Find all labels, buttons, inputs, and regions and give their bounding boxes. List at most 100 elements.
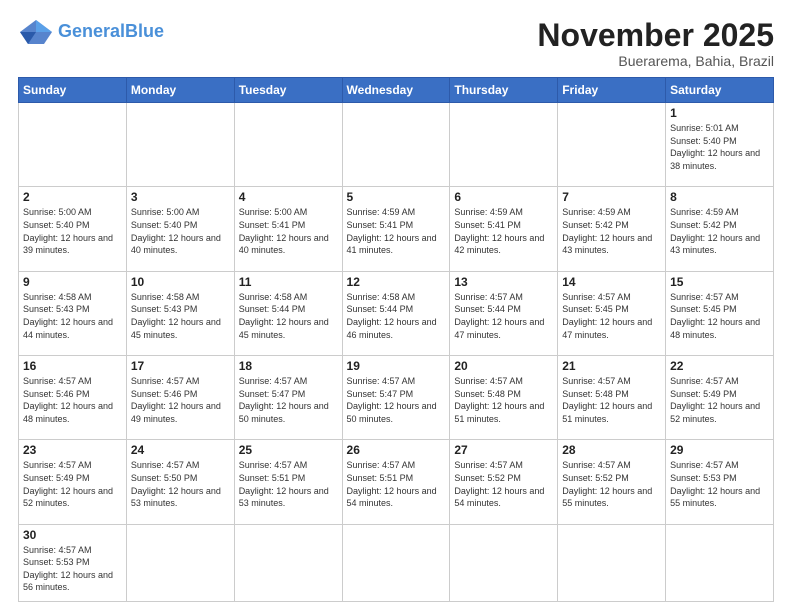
day-info: Sunrise: 4:57 AM Sunset: 5:52 PM Dayligh… (562, 459, 661, 509)
calendar-cell: 5Sunrise: 4:59 AM Sunset: 5:41 PM Daylig… (342, 187, 450, 271)
calendar-cell (126, 103, 234, 187)
day-info: Sunrise: 4:57 AM Sunset: 5:46 PM Dayligh… (23, 375, 122, 425)
calendar-cell (558, 524, 666, 601)
day-number: 4 (239, 190, 338, 204)
calendar-cell: 6 Sunrise: 4:59 AM Sunset: 5:41 PM Daylig… (450, 187, 558, 271)
calendar-cell: 27 Sunrise: 4:57 AM Sunset: 5:52 PM Dayli… (450, 440, 558, 524)
day-number: 2 (23, 190, 122, 204)
calendar-cell: 15 Sunrise: 4:57 AM Sunset: 5:45 PM Dayli… (666, 271, 774, 355)
calendar-cell: 18 Sunrise: 4:57 AM Sunset: 5:47 PM Dayli… (234, 356, 342, 440)
calendar-cell (450, 103, 558, 187)
day-number: 18 (239, 359, 338, 373)
title-block: November 2025 Buerarema, Bahia, Brazil (537, 18, 774, 69)
header-row: Sunday Monday Tuesday Wednesday Thursday… (19, 78, 774, 103)
calendar-cell: 29 Sunrise: 4:57 AM Sunset: 5:53 PM Dayli… (666, 440, 774, 524)
calendar-cell: 20 Sunrise: 4:57 AM Sunset: 5:48 PM Dayli… (450, 356, 558, 440)
calendar-cell: 8Sunrise: 4:59 AM Sunset: 5:42 PM Daylig… (666, 187, 774, 271)
calendar-cell: 3Sunrise: 5:00 AM Sunset: 5:40 PM Daylig… (126, 187, 234, 271)
calendar-cell: 25 Sunrise: 4:57 AM Sunset: 5:51 PM Dayli… (234, 440, 342, 524)
calendar-cell (342, 103, 450, 187)
day-info: Sunrise: 4:58 AM Sunset: 5:43 PM Dayligh… (131, 291, 230, 341)
subtitle: Buerarema, Bahia, Brazil (537, 53, 774, 69)
day-info: Sunrise: 4:57 AM Sunset: 5:51 PM Dayligh… (239, 459, 338, 509)
calendar-cell: 4Sunrise: 5:00 AM Sunset: 5:41 PM Daylig… (234, 187, 342, 271)
calendar-cell: 9Sunrise: 4:58 AM Sunset: 5:43 PM Daylig… (19, 271, 127, 355)
day-number: 6 (454, 190, 553, 204)
day-info: Sunrise: 4:57 AM Sunset: 5:53 PM Dayligh… (23, 544, 122, 594)
day-number: 8 (670, 190, 769, 204)
header: GeneralBlue November 2025 Buerarema, Bah… (18, 18, 774, 69)
day-number: 29 (670, 443, 769, 457)
day-number: 22 (670, 359, 769, 373)
day-info: Sunrise: 4:59 AM Sunset: 5:41 PM Dayligh… (454, 206, 553, 256)
calendar-cell: 14Sunrise: 4:57 AM Sunset: 5:45 PM Dayli… (558, 271, 666, 355)
day-number: 5 (347, 190, 446, 204)
day-number: 16 (23, 359, 122, 373)
col-monday: Monday (126, 78, 234, 103)
day-info: Sunrise: 4:57 AM Sunset: 5:50 PM Dayligh… (131, 459, 230, 509)
calendar-cell (342, 524, 450, 601)
logo-blue: Blue (125, 21, 164, 41)
calendar-cell: 24Sunrise: 4:57 AM Sunset: 5:50 PM Dayli… (126, 440, 234, 524)
day-info: Sunrise: 4:57 AM Sunset: 5:49 PM Dayligh… (670, 375, 769, 425)
col-thursday: Thursday (450, 78, 558, 103)
calendar-cell (234, 103, 342, 187)
calendar-cell: 10 Sunrise: 4:58 AM Sunset: 5:43 PM Dayli… (126, 271, 234, 355)
calendar-week-2: 9Sunrise: 4:58 AM Sunset: 5:43 PM Daylig… (19, 271, 774, 355)
day-info: Sunrise: 5:00 AM Sunset: 5:40 PM Dayligh… (23, 206, 122, 256)
col-sunday: Sunday (19, 78, 127, 103)
day-number: 23 (23, 443, 122, 457)
day-info: Sunrise: 4:57 AM Sunset: 5:45 PM Dayligh… (562, 291, 661, 341)
day-info: Sunrise: 4:57 AM Sunset: 5:48 PM Dayligh… (454, 375, 553, 425)
day-info: Sunrise: 4:57 AM Sunset: 5:47 PM Dayligh… (347, 375, 446, 425)
day-number: 1 (670, 106, 769, 120)
day-info: Sunrise: 4:57 AM Sunset: 5:45 PM Dayligh… (670, 291, 769, 341)
col-saturday: Saturday (666, 78, 774, 103)
col-tuesday: Tuesday (234, 78, 342, 103)
day-info: Sunrise: 4:57 AM Sunset: 5:47 PM Dayligh… (239, 375, 338, 425)
calendar-cell: 17Sunrise: 4:57 AM Sunset: 5:46 PM Dayli… (126, 356, 234, 440)
calendar-week-4: 23 Sunrise: 4:57 AM Sunset: 5:49 PM Dayli… (19, 440, 774, 524)
day-info: Sunrise: 4:57 AM Sunset: 5:51 PM Dayligh… (347, 459, 446, 509)
day-info: Sunrise: 4:57 AM Sunset: 5:52 PM Dayligh… (454, 459, 553, 509)
day-info: Sunrise: 4:57 AM Sunset: 5:53 PM Dayligh… (670, 459, 769, 509)
calendar-cell (126, 524, 234, 601)
day-number: 28 (562, 443, 661, 457)
calendar-cell: 30 Sunrise: 4:57 AM Sunset: 5:53 PM Dayli… (19, 524, 127, 601)
day-number: 3 (131, 190, 230, 204)
calendar-cell (234, 524, 342, 601)
calendar-week-0: 1 Sunrise: 5:01 AM Sunset: 5:40 PM Daylig… (19, 103, 774, 187)
day-number: 10 (131, 275, 230, 289)
day-number: 20 (454, 359, 553, 373)
calendar-cell: 12Sunrise: 4:58 AM Sunset: 5:44 PM Dayli… (342, 271, 450, 355)
main-title: November 2025 (537, 18, 774, 53)
day-number: 15 (670, 275, 769, 289)
day-number: 30 (23, 528, 122, 542)
day-number: 27 (454, 443, 553, 457)
day-number: 25 (239, 443, 338, 457)
col-friday: Friday (558, 78, 666, 103)
day-info: Sunrise: 4:57 AM Sunset: 5:49 PM Dayligh… (23, 459, 122, 509)
calendar-cell: 28 Sunrise: 4:57 AM Sunset: 5:52 PM Dayli… (558, 440, 666, 524)
calendar-cell (450, 524, 558, 601)
day-info: Sunrise: 4:58 AM Sunset: 5:43 PM Dayligh… (23, 291, 122, 341)
day-info: Sunrise: 5:01 AM Sunset: 5:40 PM Dayligh… (670, 122, 769, 172)
logo: GeneralBlue (18, 18, 164, 46)
calendar-cell: 11Sunrise: 4:58 AM Sunset: 5:44 PM Dayli… (234, 271, 342, 355)
day-info: Sunrise: 4:57 AM Sunset: 5:48 PM Dayligh… (562, 375, 661, 425)
calendar-cell (666, 524, 774, 601)
calendar-cell: 2 Sunrise: 5:00 AM Sunset: 5:40 PM Daylig… (19, 187, 127, 271)
calendar-week-1: 2 Sunrise: 5:00 AM Sunset: 5:40 PM Daylig… (19, 187, 774, 271)
day-number: 21 (562, 359, 661, 373)
calendar-cell: 23 Sunrise: 4:57 AM Sunset: 5:49 PM Dayli… (19, 440, 127, 524)
calendar-cell: 26Sunrise: 4:57 AM Sunset: 5:51 PM Dayli… (342, 440, 450, 524)
day-info: Sunrise: 4:58 AM Sunset: 5:44 PM Dayligh… (239, 291, 338, 341)
logo-general: General (58, 21, 125, 41)
day-info: Sunrise: 4:59 AM Sunset: 5:42 PM Dayligh… (562, 206, 661, 256)
day-info: Sunrise: 4:58 AM Sunset: 5:44 PM Dayligh… (347, 291, 446, 341)
col-wednesday: Wednesday (342, 78, 450, 103)
calendar-cell: 13Sunrise: 4:57 AM Sunset: 5:44 PM Dayli… (450, 271, 558, 355)
calendar-cell: 1 Sunrise: 5:01 AM Sunset: 5:40 PM Daylig… (666, 103, 774, 187)
calendar-week-3: 16 Sunrise: 4:57 AM Sunset: 5:46 PM Dayli… (19, 356, 774, 440)
day-number: 19 (347, 359, 446, 373)
